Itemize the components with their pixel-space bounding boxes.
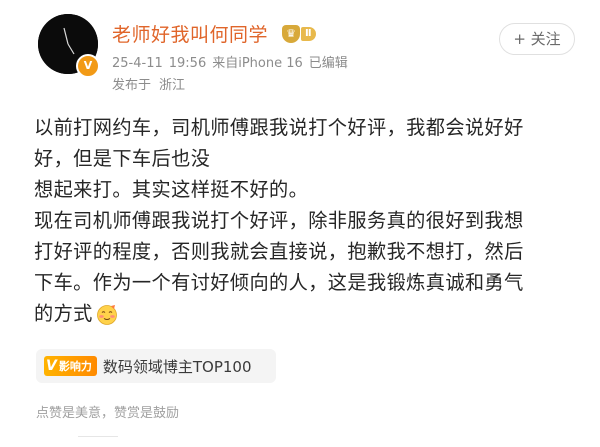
post-source: 来自iPhone 16 <box>212 56 303 71</box>
divider <box>78 436 118 447</box>
edited-label: 已编辑 <box>308 56 348 71</box>
blushing-face-emoji-icon <box>96 305 117 325</box>
post-time: 19:56 <box>168 56 207 71</box>
post-line: 打好评的程度，否则我就会直接说，抱歉我不想打，然后 <box>34 240 524 263</box>
post-line-last: 的方式 <box>34 298 574 329</box>
follow-button[interactable]: + 关注 <box>499 23 575 55</box>
crown-icon: ♛ <box>282 24 300 43</box>
influence-badge-label: 影响力 <box>58 360 92 373</box>
post-header: V 老师好我叫何同学 ♛ Ⅱ + 关注 25-4-11 19:56 来自iPhone… <box>0 0 600 105</box>
location-value: 浙江 <box>159 78 186 93</box>
post-line: 想起来打。其实这样挺不好的。 <box>34 178 309 201</box>
post-line: 好，但是下车后也没 <box>34 147 211 170</box>
topic-label: 数码领域博主TOP100 <box>102 357 252 376</box>
post-line: 现在司机师傅跟我说打个好评，除非服务真的很好到我想 <box>34 209 524 232</box>
post-text: 以前打网约车，司机师傅跟我说打个好评，我都会说好好 好，但是下车后也没 想起来打… <box>34 112 574 329</box>
influence-badge-icon: V 影响力 <box>44 356 97 376</box>
post-line: 以前打网约车，司机师傅跟我说打个好评，我都会说好好 <box>34 116 524 139</box>
username[interactable]: 老师好我叫何同学 <box>112 20 268 47</box>
level-label: Ⅱ <box>301 26 316 41</box>
influence-badge-mark: V <box>46 358 57 374</box>
post-line: 的方式 <box>34 302 93 325</box>
post-location: 发布于 浙江 <box>112 74 193 93</box>
post-meta: 25-4-11 19:56 来自iPhone 16 已编辑 <box>112 52 354 71</box>
verified-badge-icon: V <box>76 54 100 78</box>
published-from-label: 发布于 <box>112 78 152 93</box>
post-date: 25-4-11 <box>112 56 163 71</box>
level-badge: ♛ Ⅱ <box>282 24 324 43</box>
post-line: 下车。作为一个有讨好倾向的人，这是我锻炼真诚和勇气 <box>34 271 524 294</box>
like-hint-text: 点赞是美意，赞赏是鼓励 <box>36 406 180 421</box>
topic-tag[interactable]: V 影响力 数码领域博主TOP100 <box>36 349 276 383</box>
